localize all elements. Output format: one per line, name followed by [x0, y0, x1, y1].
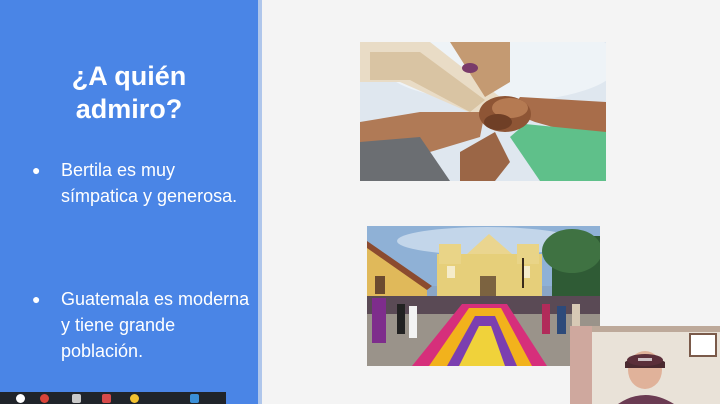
slide: ¿A quién admiro? ● Bertila es muy símpat…	[0, 0, 720, 404]
bullet-text: Bertila es muy símpatica y generosa.	[61, 160, 238, 206]
bullet-text: Guatemala es moderna y tiene grande pobl…	[61, 289, 250, 361]
slide-left-panel: ¿A quién admiro? ● Bertila es muy símpat…	[0, 0, 258, 404]
record-icon[interactable]	[40, 394, 49, 403]
pause-icon[interactable]	[16, 394, 25, 403]
bullet-item-2: ● Guatemala es moderna y tiene grande po…	[32, 286, 249, 366]
eraser-icon[interactable]	[102, 394, 111, 403]
presentation-toolbar[interactable]	[0, 392, 226, 404]
highlighter-icon[interactable]	[130, 394, 139, 403]
bullet-marker: ●	[32, 162, 41, 178]
pen-icon[interactable]	[72, 394, 81, 403]
panel-edge	[258, 0, 262, 404]
hands-together-photo	[360, 42, 606, 181]
presenter-webcam	[570, 326, 720, 404]
slide-title: ¿A quién admiro?	[71, 61, 187, 124]
antigua-guatemala-photo	[367, 226, 600, 366]
bullet-marker: ●	[32, 291, 41, 307]
bullet-item-1: ● Bertila es muy símpatica y generosa.	[32, 157, 242, 237]
screen-icon[interactable]	[190, 394, 199, 403]
